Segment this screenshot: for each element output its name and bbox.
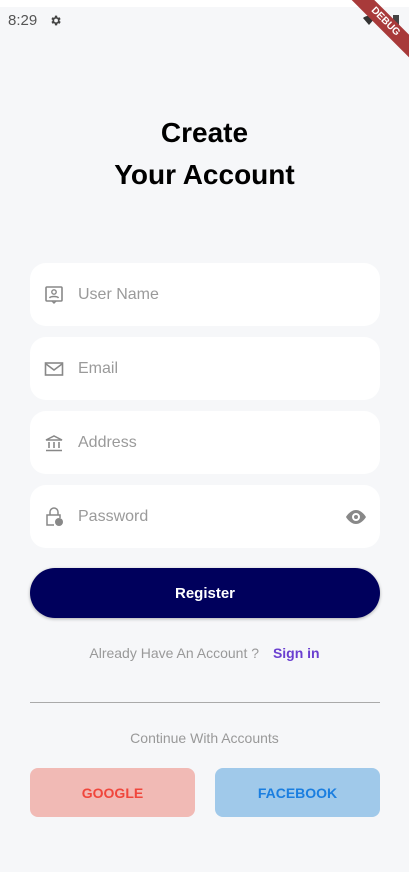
bank-icon <box>45 434 63 451</box>
password-field[interactable] <box>30 485 380 548</box>
continue-with-label: Continue With Accounts <box>130 730 279 746</box>
top-bar <box>0 0 409 7</box>
lock-clock-icon <box>46 506 63 526</box>
google-button[interactable]: GOOGLE <box>30 768 195 817</box>
title-line-1: Create <box>160 117 249 148</box>
status-bar: 8:29 <box>8 10 399 30</box>
email-input[interactable] <box>78 359 380 378</box>
status-time: 8:29 <box>8 11 38 29</box>
address-input[interactable] <box>78 433 380 452</box>
settings-gear-icon <box>51 15 61 25</box>
address-field[interactable] <box>30 411 380 474</box>
password-input[interactable] <box>78 507 344 526</box>
mail-icon <box>44 361 64 376</box>
email-field[interactable] <box>30 337 380 400</box>
signin-prompt: Already Have An Account ? <box>89 645 260 661</box>
username-input[interactable] <box>78 285 380 304</box>
page-title: Create Your Account <box>0 112 409 196</box>
title-line-2: Your Account <box>114 159 295 190</box>
eye-visibility-icon[interactable] <box>344 505 368 529</box>
register-button[interactable]: Register <box>30 568 380 618</box>
divider <box>30 702 380 703</box>
signin-link[interactable]: Sign in <box>273 645 320 661</box>
signin-row: Already Have An Account ? Sign in <box>0 645 409 661</box>
facebook-button[interactable]: FACEBOOK <box>215 768 380 817</box>
username-field[interactable] <box>30 263 380 326</box>
contact-icon <box>45 285 63 304</box>
